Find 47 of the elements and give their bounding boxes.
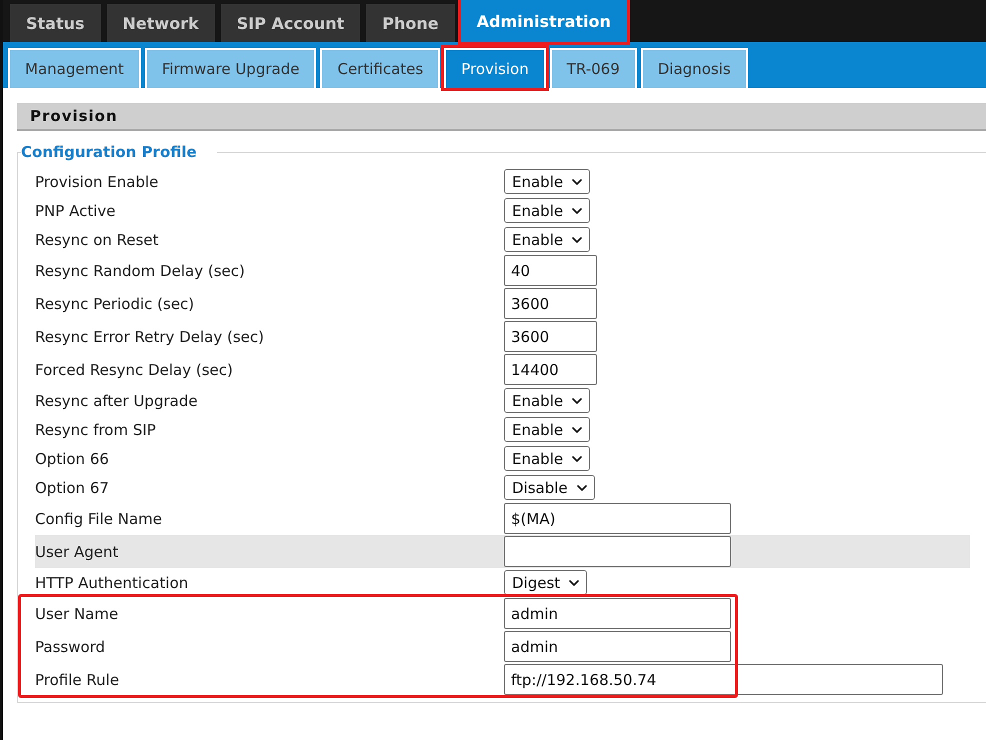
sub-tab[interactable]: Provision [444, 48, 546, 88]
dropdown[interactable]: Enable [504, 388, 590, 413]
field-label: PNP Active [35, 202, 116, 220]
field-label: Password [35, 638, 106, 656]
field-label: Resync Periodic (sec) [35, 294, 196, 312]
input-field[interactable]: ftp://192.168.50.74 [504, 664, 943, 695]
sub-tab[interactable]: Management [8, 48, 141, 88]
field-label: User Agent [35, 542, 120, 560]
input-field[interactable]: admin [504, 598, 731, 629]
input-field[interactable]: admin [504, 631, 731, 662]
field-label: Profile Rule [35, 670, 120, 688]
input-field[interactable]: 3600 [504, 321, 597, 352]
field-label: Resync after Upgrade [35, 392, 199, 410]
dropdown[interactable]: Enable [504, 227, 590, 252]
input-field[interactable]: 3600 [504, 288, 597, 319]
input-field[interactable]: 40 [504, 255, 597, 286]
field-label: User Name [35, 604, 120, 622]
input-field[interactable] [504, 536, 731, 567]
dropdown[interactable]: Enable [504, 446, 590, 471]
field-label: Resync on Reset [35, 230, 160, 248]
sub-tab[interactable]: Firmware Upgrade [144, 48, 316, 88]
field-label: Resync Error Retry Delay (sec) [35, 328, 265, 346]
dropdown[interactable]: Disable [504, 475, 595, 500]
main-tab[interactable]: Administration [460, 0, 627, 42]
field-label: HTTP Authentication [35, 574, 190, 592]
sub-tab[interactable]: Diagnosis [640, 48, 748, 88]
sub-tab[interactable]: TR-069 [550, 48, 637, 88]
dropdown[interactable]: Digest [504, 570, 588, 595]
field-label: Option 66 [35, 450, 110, 468]
dropdown[interactable]: Enable [504, 417, 590, 442]
field-label: Provision Enable [35, 172, 160, 190]
field-label: Resync from SIP [35, 420, 157, 438]
dropdown[interactable]: Enable [504, 169, 590, 194]
field-label: Option 67 [35, 478, 110, 496]
sub-tab[interactable]: Certificates [320, 48, 440, 88]
main-tab[interactable]: Phone [366, 4, 455, 42]
dropdown[interactable]: Enable [504, 198, 590, 223]
field-label: Resync Random Delay (sec) [35, 262, 246, 280]
panel-legend: Configuration Profile [21, 143, 217, 161]
field-label: Forced Resync Delay (sec) [35, 360, 234, 378]
field-label: Config File Name [35, 510, 164, 528]
section-header: Provision [17, 103, 986, 131]
main-tab[interactable]: Status [10, 4, 101, 42]
input-field[interactable]: $(MA) [504, 503, 731, 534]
main-tab[interactable]: Network [106, 4, 215, 42]
main-tab[interactable]: SIP Account [220, 4, 360, 42]
input-field[interactable]: 14400 [504, 354, 597, 385]
